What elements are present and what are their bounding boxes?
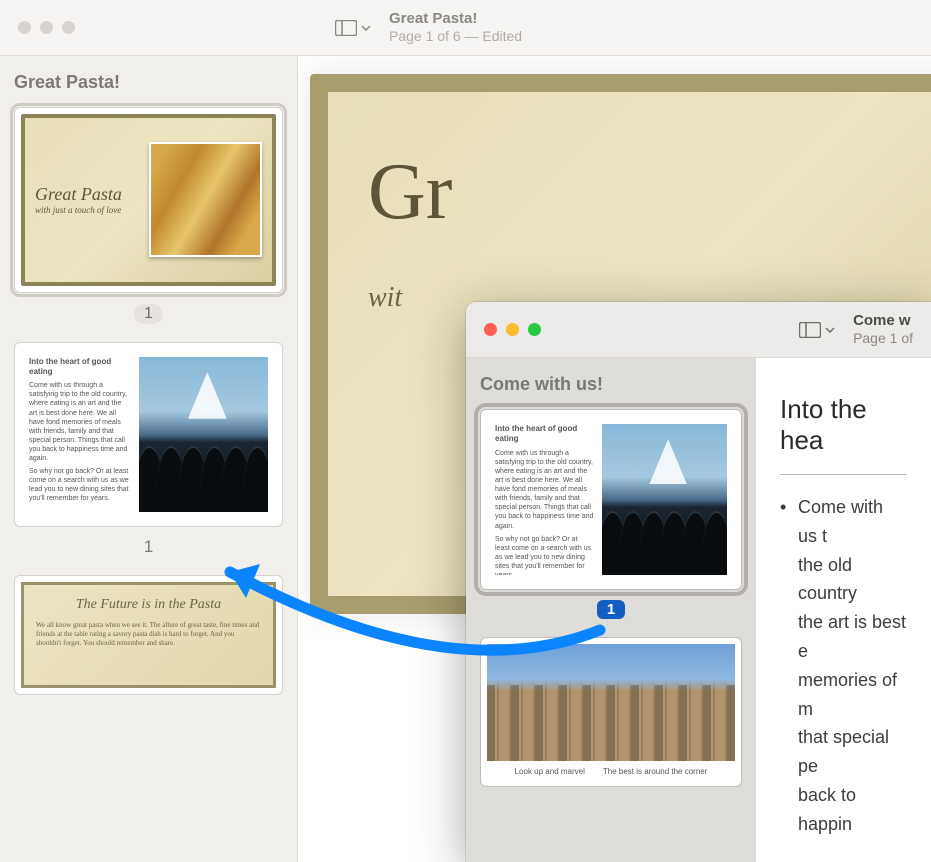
foreground-window: Come w Page 1 of Come with us! Into the …: [466, 302, 931, 862]
colosseum-caption-left: Look up and marvel: [515, 767, 585, 776]
bullet-2: So why not go search with us dining site…: [780, 857, 907, 862]
thumb2-heading: Into the heart of good eating: [29, 357, 131, 378]
sidebar-layout-icon: [799, 322, 821, 338]
chevron-down-icon: [825, 327, 835, 333]
page-thumbnail-2-back[interactable]: Into the heart of good eating Come with …: [14, 342, 283, 528]
thumb2-body: Come with us through a satisfying trip t…: [29, 381, 131, 463]
divider: [780, 474, 907, 475]
titlebar-back: Great Pasta! Page 1 of 6 — Edited: [0, 0, 931, 56]
sidebar-layout-icon: [335, 20, 357, 36]
zoom-button[interactable]: [62, 21, 75, 34]
page-thumbnail-1-back[interactable]: Great Pasta with just a touch of love: [14, 107, 283, 293]
close-button[interactable]: [484, 323, 497, 336]
view-mode-toggle-back[interactable]: [329, 16, 377, 40]
page-number-1-front: 1: [597, 600, 625, 619]
minimize-button[interactable]: [40, 21, 53, 34]
page-thumbnails-sidebar-front[interactable]: Come with us! Into the heart of good eat…: [466, 358, 756, 862]
page-thumbnail-3-back[interactable]: The Future is in the Pasta We all know g…: [14, 575, 283, 695]
page-thumbnails-sidebar-back[interactable]: Great Pasta! Great Pasta with just a tou…: [0, 56, 298, 862]
document-subtitle-back: Page 1 of 6 — Edited: [389, 28, 522, 45]
thumb3-body: We all know great pasta when we see it. …: [36, 621, 261, 648]
front-thumb1-body: Come with us through a satisfying trip t…: [495, 449, 594, 531]
title-block-back: Great Pasta! Page 1 of 6 — Edited: [389, 10, 522, 45]
close-button[interactable]: [18, 21, 31, 34]
main-heading-front: Into the hea: [780, 394, 907, 456]
pasta-photo-thumb: [149, 142, 263, 257]
page-thumbnail-2-front[interactable]: Look up and marvel The best is around th…: [480, 637, 742, 787]
sidebar-title-back: Great Pasta!: [14, 72, 283, 93]
thumb2-body2: So why not go back? Or at least come on …: [29, 467, 131, 503]
zoom-button[interactable]: [528, 323, 541, 336]
page-number-1-back: 1: [14, 303, 283, 324]
page-thumbnail-1-front[interactable]: Into the heart of good eating Come with …: [480, 409, 742, 590]
view-mode-toggle-front[interactable]: [793, 318, 841, 342]
document-subtitle-front: Page 1 of: [853, 330, 913, 347]
titlebar-front: Come w Page 1 of: [466, 302, 931, 358]
title-block-front: Come w Page 1 of: [853, 312, 913, 347]
front-thumb1-heading: Into the heart of good eating: [495, 424, 594, 445]
colosseum-photo-thumb: [487, 644, 735, 761]
venice-photo-thumb-front: [602, 424, 727, 575]
thumb-cover-subtitle: with just a touch of love: [35, 205, 149, 215]
document-title-front: Come w: [853, 312, 913, 330]
front-thumb1-body2: So why not go back? Or at least come on …: [495, 535, 594, 575]
sidebar-title-front: Come with us!: [480, 374, 742, 395]
document-canvas-front[interactable]: Into the hea Come with us t the old coun…: [756, 358, 931, 862]
canvas-title-partial: Gr: [368, 152, 902, 232]
venice-photo-thumb-back: [139, 357, 268, 513]
traffic-lights-back: [18, 21, 105, 34]
page-number-2-back: 1: [14, 537, 283, 557]
minimize-button[interactable]: [506, 323, 519, 336]
traffic-lights-front: [484, 323, 571, 336]
thumb-cover-title: Great Pasta: [35, 184, 149, 205]
thumb3-heading: The Future is in the Pasta: [36, 597, 261, 613]
chevron-down-icon: [361, 25, 371, 31]
colosseum-caption-right: The best is around the corner: [603, 767, 708, 776]
bullet-1: Come with us t the old country the art i…: [780, 493, 907, 839]
document-title-back: Great Pasta!: [389, 10, 522, 28]
